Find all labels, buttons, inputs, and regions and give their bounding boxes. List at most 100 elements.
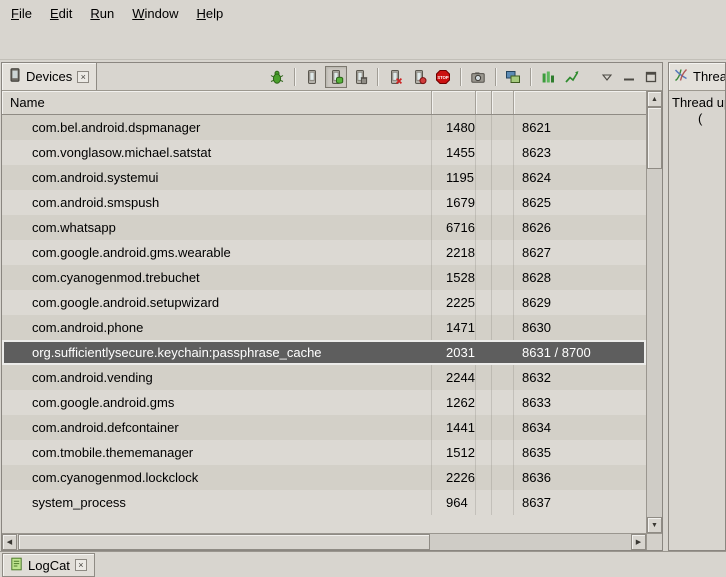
stop-process-icon[interactable]: STOP bbox=[432, 66, 454, 88]
table-row[interactable]: com.google.android.gms.wearable221858627 bbox=[2, 240, 646, 265]
menu-item-file[interactable]: File bbox=[2, 0, 41, 26]
cell-name: com.android.phone bbox=[2, 315, 432, 340]
cell-a bbox=[476, 340, 492, 365]
table-row[interactable]: system_process9648637 bbox=[2, 490, 646, 515]
menu-item-help[interactable]: Help bbox=[187, 0, 232, 26]
vertical-scrollbar-thumb[interactable] bbox=[647, 107, 662, 169]
heap-chart-icon[interactable] bbox=[561, 66, 583, 88]
table-row[interactable]: com.android.phone14718630 bbox=[2, 315, 646, 340]
cell-b bbox=[492, 440, 514, 465]
menu-item-window[interactable]: Window bbox=[123, 0, 187, 26]
column-header-label: Name bbox=[10, 95, 45, 110]
table-row[interactable]: org.sufficientlysecure.keychain:passphra… bbox=[2, 340, 646, 365]
cell-name: com.cyanogenmod.trebuchet bbox=[2, 265, 432, 290]
table-row[interactable]: com.android.systemui11958624 bbox=[2, 165, 646, 190]
cell-a bbox=[476, 465, 492, 490]
update-heap-icon[interactable] bbox=[325, 66, 347, 88]
cell-b bbox=[492, 390, 514, 415]
menu-item-edit[interactable]: Edit bbox=[41, 0, 81, 26]
column-header-port[interactable] bbox=[514, 91, 646, 114]
maximize-icon[interactable] bbox=[640, 66, 662, 88]
cell-port: 8628 bbox=[514, 265, 646, 290]
cell-b bbox=[492, 415, 514, 440]
cell-pid: 1528 bbox=[432, 265, 476, 290]
table-row[interactable]: com.tmobile.thememanager15128635 bbox=[2, 440, 646, 465]
screenshot-icon[interactable] bbox=[467, 66, 489, 88]
scroll-right-arrow-icon[interactable]: ▶ bbox=[631, 534, 646, 550]
horizontal-scrollbar-thumb[interactable] bbox=[18, 534, 430, 550]
table-row[interactable]: com.google.android.gms126238633 bbox=[2, 390, 646, 415]
threads-message-line1: Thread up bbox=[672, 95, 722, 111]
column-header-2[interactable] bbox=[476, 91, 492, 114]
cell-port: 8626 bbox=[514, 215, 646, 240]
column-header-name[interactable]: Name bbox=[2, 91, 432, 114]
cell-port: 8632 bbox=[514, 365, 646, 390]
table-row[interactable]: com.cyanogenmod.trebuchet1528 8628 bbox=[2, 265, 646, 290]
table-row[interactable]: com.android.defcontainer144118634 bbox=[2, 415, 646, 440]
cell-a bbox=[476, 115, 492, 140]
screen-mirror-icon[interactable] bbox=[502, 66, 524, 88]
toolbar-separator bbox=[495, 68, 496, 86]
devices-toolbar: STOP bbox=[265, 63, 588, 90]
cell-pid: 22265 bbox=[432, 465, 476, 490]
column-header-3[interactable] bbox=[492, 91, 514, 114]
cell-pid: 20311 bbox=[432, 340, 476, 365]
update-threads-icon[interactable] bbox=[384, 66, 406, 88]
toolbar-separator bbox=[460, 68, 461, 86]
cell-pid: 964 bbox=[432, 490, 476, 515]
scroll-up-arrow-icon[interactable]: ▲ bbox=[647, 91, 662, 107]
cell-name: com.bel.android.dspmanager bbox=[2, 115, 432, 140]
scroll-down-arrow-icon[interactable]: ▼ bbox=[647, 517, 662, 533]
cell-b bbox=[492, 315, 514, 340]
toolbar-separator bbox=[377, 68, 378, 86]
cell-name: system_process bbox=[2, 490, 432, 515]
cell-name: com.cyanogenmod.lockclock bbox=[2, 465, 432, 490]
view-menu-icon[interactable] bbox=[596, 66, 618, 88]
cell-a bbox=[476, 265, 492, 290]
tab-devices[interactable]: Devices × bbox=[2, 63, 97, 90]
table-row[interactable]: com.cyanogenmod.lockclock222658636 bbox=[2, 465, 646, 490]
horizontal-scrollbar[interactable]: ◀ ▶ bbox=[2, 533, 646, 550]
menu-item-run[interactable]: Run bbox=[81, 0, 123, 26]
cause-gc-icon[interactable] bbox=[349, 66, 371, 88]
table-row[interactable]: com.vonglasow.michael.satstat145538623 bbox=[2, 140, 646, 165]
table-row[interactable]: com.bel.android.dspmanager14808621 bbox=[2, 115, 646, 140]
threads-tabbar: Threads bbox=[669, 63, 725, 91]
cell-a bbox=[476, 415, 492, 440]
toolbar-separator bbox=[530, 68, 531, 86]
threads-message-line2: ( bbox=[672, 111, 722, 127]
devices-panel: Devices × STOP Name com.bel.android.dspm… bbox=[1, 62, 663, 551]
scroll-left-arrow-icon[interactable]: ◀ bbox=[2, 534, 17, 550]
cell-b bbox=[492, 240, 514, 265]
threads-columns-icon[interactable] bbox=[537, 66, 559, 88]
debug-attach-icon[interactable] bbox=[266, 66, 288, 88]
table-row[interactable]: com.android.vending22440 8632 bbox=[2, 365, 646, 390]
cell-b bbox=[492, 215, 514, 240]
close-icon[interactable]: × bbox=[75, 559, 87, 571]
cell-port: 8625 bbox=[514, 190, 646, 215]
cell-pid: 1512 bbox=[432, 440, 476, 465]
device-view-icon[interactable] bbox=[301, 66, 323, 88]
table-row[interactable]: com.google.android.setupwizard222508629 bbox=[2, 290, 646, 315]
toolbar-separator bbox=[294, 68, 295, 86]
table-row[interactable]: com.android.smspush16798625 bbox=[2, 190, 646, 215]
cell-pid: 22440 bbox=[432, 365, 476, 390]
close-icon[interactable]: × bbox=[77, 71, 89, 83]
method-profiling-icon[interactable] bbox=[408, 66, 430, 88]
vertical-scrollbar[interactable]: ▲ ▼ bbox=[646, 91, 662, 533]
minimize-icon[interactable] bbox=[618, 66, 640, 88]
cell-name: com.android.vending bbox=[2, 365, 432, 390]
table-row[interactable]: com.whatsapp67168626 bbox=[2, 215, 646, 240]
column-header-pid[interactable] bbox=[432, 91, 476, 114]
cell-port: 8631 / 8700 bbox=[514, 340, 646, 365]
menu-bar: FileEditRunWindowHelp bbox=[0, 0, 726, 26]
tab-logcat[interactable]: LogCat × bbox=[2, 553, 95, 577]
cell-pid: 6716 bbox=[432, 215, 476, 240]
cell-b bbox=[492, 190, 514, 215]
cell-pid: 12623 bbox=[432, 390, 476, 415]
cell-name: com.android.systemui bbox=[2, 165, 432, 190]
cell-name: com.google.android.setupwizard bbox=[2, 290, 432, 315]
cell-b bbox=[492, 165, 514, 190]
tab-threads[interactable]: Threads bbox=[669, 63, 726, 90]
cell-b bbox=[492, 140, 514, 165]
